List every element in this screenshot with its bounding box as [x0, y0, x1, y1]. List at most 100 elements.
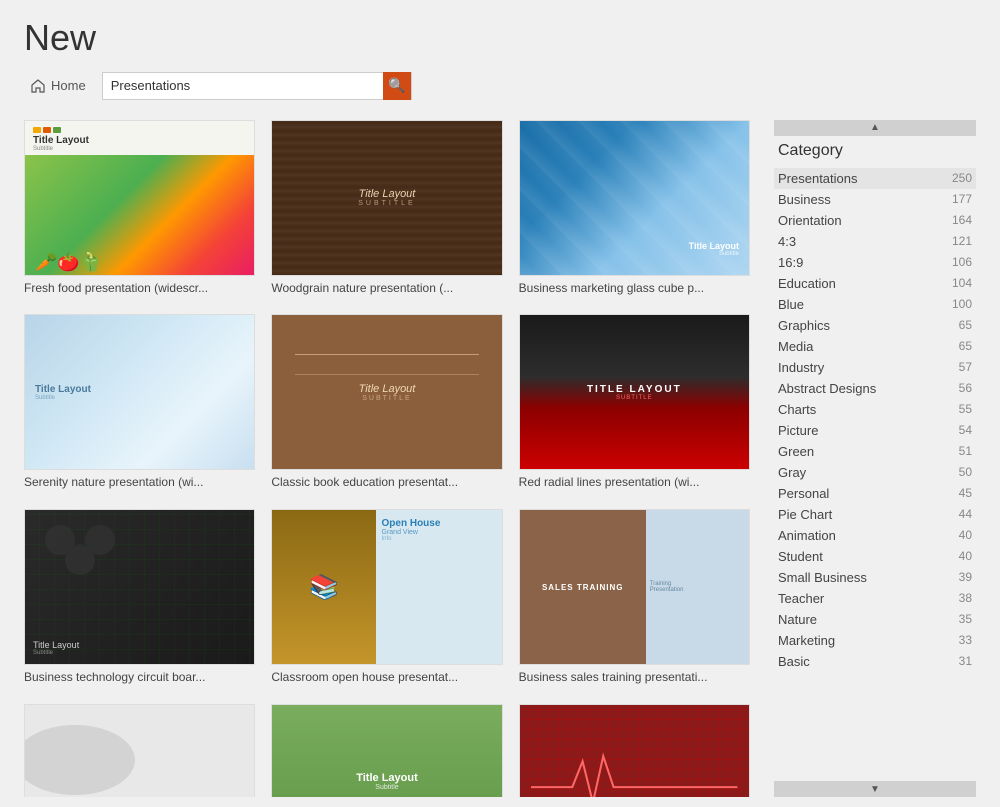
category-name: Basic: [778, 654, 810, 669]
category-item-animation[interactable]: Animation40: [774, 525, 976, 546]
template-50states[interactable]: OUR 50 STATES Our 50 States: [24, 704, 255, 797]
serenity-sub: Subtitle: [35, 395, 91, 401]
category-name: Green: [778, 444, 814, 459]
category-item-abstract-designs[interactable]: Abstract Designs56: [774, 378, 976, 399]
category-name: Blue: [778, 297, 804, 312]
classic-label: Classic book education presentat...: [271, 475, 502, 491]
category-item-marketing[interactable]: Marketing33: [774, 630, 976, 651]
category-count: 35: [959, 612, 972, 626]
fresh-food-title: Title Layout: [33, 135, 246, 146]
home-button[interactable]: Home: [24, 74, 92, 98]
dot1: [33, 127, 41, 133]
templates-grid: Title Layout Subtitle Fresh food present…: [24, 120, 750, 797]
fresh-food-top-bar: Title Layout Subtitle: [25, 121, 254, 155]
category-name: Media: [778, 339, 813, 354]
home-label: Home: [51, 78, 86, 93]
dot2: [43, 127, 51, 133]
category-item-education[interactable]: Education104: [774, 273, 976, 294]
category-count: 250: [952, 171, 972, 185]
template-thumb-classic-book: Title Layout SUBTITLE: [271, 314, 502, 470]
red-title: TITLE LAYOUT: [587, 384, 682, 395]
template-circuit[interactable]: Title Layout Subtitle Business technolog…: [24, 509, 255, 686]
nav-bar: Home 🔍: [24, 72, 976, 100]
search-icon: 🔍: [388, 77, 405, 94]
category-item-charts[interactable]: Charts55: [774, 399, 976, 420]
template-glass-cube[interactable]: Title Layout Subtitle Business marketing…: [519, 120, 750, 297]
category-item-graphics[interactable]: Graphics65: [774, 315, 976, 336]
category-item-4:3[interactable]: 4:3121: [774, 231, 976, 252]
template-classic-book[interactable]: Title Layout SUBTITLE Classic book educa…: [271, 314, 502, 491]
circuit-pattern: [45, 525, 75, 555]
category-count: 106: [952, 255, 972, 269]
template-thumb-woodgrain: Title Layout SUBTITLE: [271, 120, 502, 276]
category-name: Personal: [778, 486, 829, 501]
category-item-picture[interactable]: Picture54: [774, 420, 976, 441]
category-item-pie-chart[interactable]: Pie Chart44: [774, 504, 976, 525]
serenity-text: Title Layout Subtitle: [35, 384, 91, 401]
category-item-basic[interactable]: Basic 31: [774, 651, 976, 672]
category-name: Education: [778, 276, 836, 291]
category-item-industry[interactable]: Industry57: [774, 357, 976, 378]
classroom-left: 📚: [272, 510, 375, 664]
home-icon: [30, 78, 46, 94]
category-name: 16:9: [778, 255, 803, 270]
classic-title: Title Layout: [359, 383, 416, 395]
category-item-16:9[interactable]: 16:9 106: [774, 252, 976, 273]
category-item-business[interactable]: Business 177: [774, 189, 976, 210]
category-item-small-business[interactable]: Small Business39: [774, 567, 976, 588]
template-serenity[interactable]: Title Layout Subtitle Serenity nature pr…: [24, 314, 255, 491]
search-button[interactable]: 🔍: [383, 72, 411, 100]
classroom-right: Open House Grand View Info: [376, 510, 502, 664]
category-item-teacher[interactable]: Teacher38: [774, 588, 976, 609]
category-count: 54: [959, 423, 972, 437]
green-center: Title Layout Subtitle: [356, 772, 418, 791]
category-item-orientation[interactable]: Orientation164: [774, 210, 976, 231]
category-count: 51: [959, 444, 972, 458]
scroll-up-button[interactable]: ▲: [774, 120, 976, 136]
sales-right: Training Presentation: [646, 510, 749, 664]
scroll-down-icon: ▼: [870, 784, 880, 795]
category-item-personal[interactable]: Personal45: [774, 483, 976, 504]
category-title: Category: [774, 142, 976, 160]
category-count: 57: [959, 360, 972, 374]
ecg-line: [531, 751, 737, 797]
category-name: Abstract Designs: [778, 381, 876, 396]
fresh-food-dots: [33, 127, 246, 133]
page-title: New: [24, 18, 976, 58]
category-list: Presentations250 Business 177 Orientation16…: [774, 168, 976, 781]
template-sales[interactable]: SALES TRAINING Training Presentation Bus…: [519, 509, 750, 686]
category-item-blue[interactable]: Blue100: [774, 294, 976, 315]
green-title: Title Layout: [356, 772, 418, 784]
template-red-radial[interactable]: TITLE LAYOUT Subtitle Red radial lines p…: [519, 314, 750, 491]
template-woodgrain[interactable]: Title Layout SUBTITLE Woodgrain nature p…: [271, 120, 502, 297]
category-name: Business: [778, 192, 831, 207]
sales-left: SALES TRAINING: [520, 510, 646, 664]
template-green-layout[interactable]: Title Layout Subtitle Green layout: [271, 704, 502, 797]
serenity-title: Title Layout: [35, 384, 91, 395]
template-classroom[interactable]: 📚 Open House Grand View Info Classroom o…: [271, 509, 502, 686]
template-thumb-circuit: Title Layout Subtitle: [24, 509, 255, 665]
template-fresh-food[interactable]: Title Layout Subtitle Fresh food present…: [24, 120, 255, 297]
classroom-sub1: Grand View: [382, 529, 496, 536]
category-item-nature[interactable]: Nature35: [774, 609, 976, 630]
category-item-student[interactable]: Student40: [774, 546, 976, 567]
category-item-media[interactable]: Media65: [774, 336, 976, 357]
category-count: 177: [952, 192, 972, 206]
search-input[interactable]: [103, 78, 383, 93]
classroom-label: Classroom open house presentat...: [271, 670, 502, 686]
category-count: 33: [959, 633, 972, 647]
glass-title: Title Layout: [689, 241, 739, 251]
template-heartbeat[interactable]: Title Layout Subtitle Heartbeat: [519, 704, 750, 797]
category-count: 164: [952, 213, 972, 227]
category-item-presentations[interactable]: Presentations250: [774, 168, 976, 189]
category-item-gray[interactable]: Gray50: [774, 462, 976, 483]
template-thumb-fresh-food: Title Layout Subtitle: [24, 120, 255, 276]
category-count: 38: [959, 591, 972, 605]
scroll-down-button[interactable]: ▼: [774, 781, 976, 797]
category-count: 31: [959, 654, 972, 668]
sales-small2: Presentation: [650, 587, 745, 593]
category-name: Gray: [778, 465, 806, 480]
woodgrain-sub: SUBTITLE: [358, 200, 415, 207]
category-item-green[interactable]: Green 51: [774, 441, 976, 462]
template-thumb-classroom: 📚 Open House Grand View Info: [271, 509, 502, 665]
